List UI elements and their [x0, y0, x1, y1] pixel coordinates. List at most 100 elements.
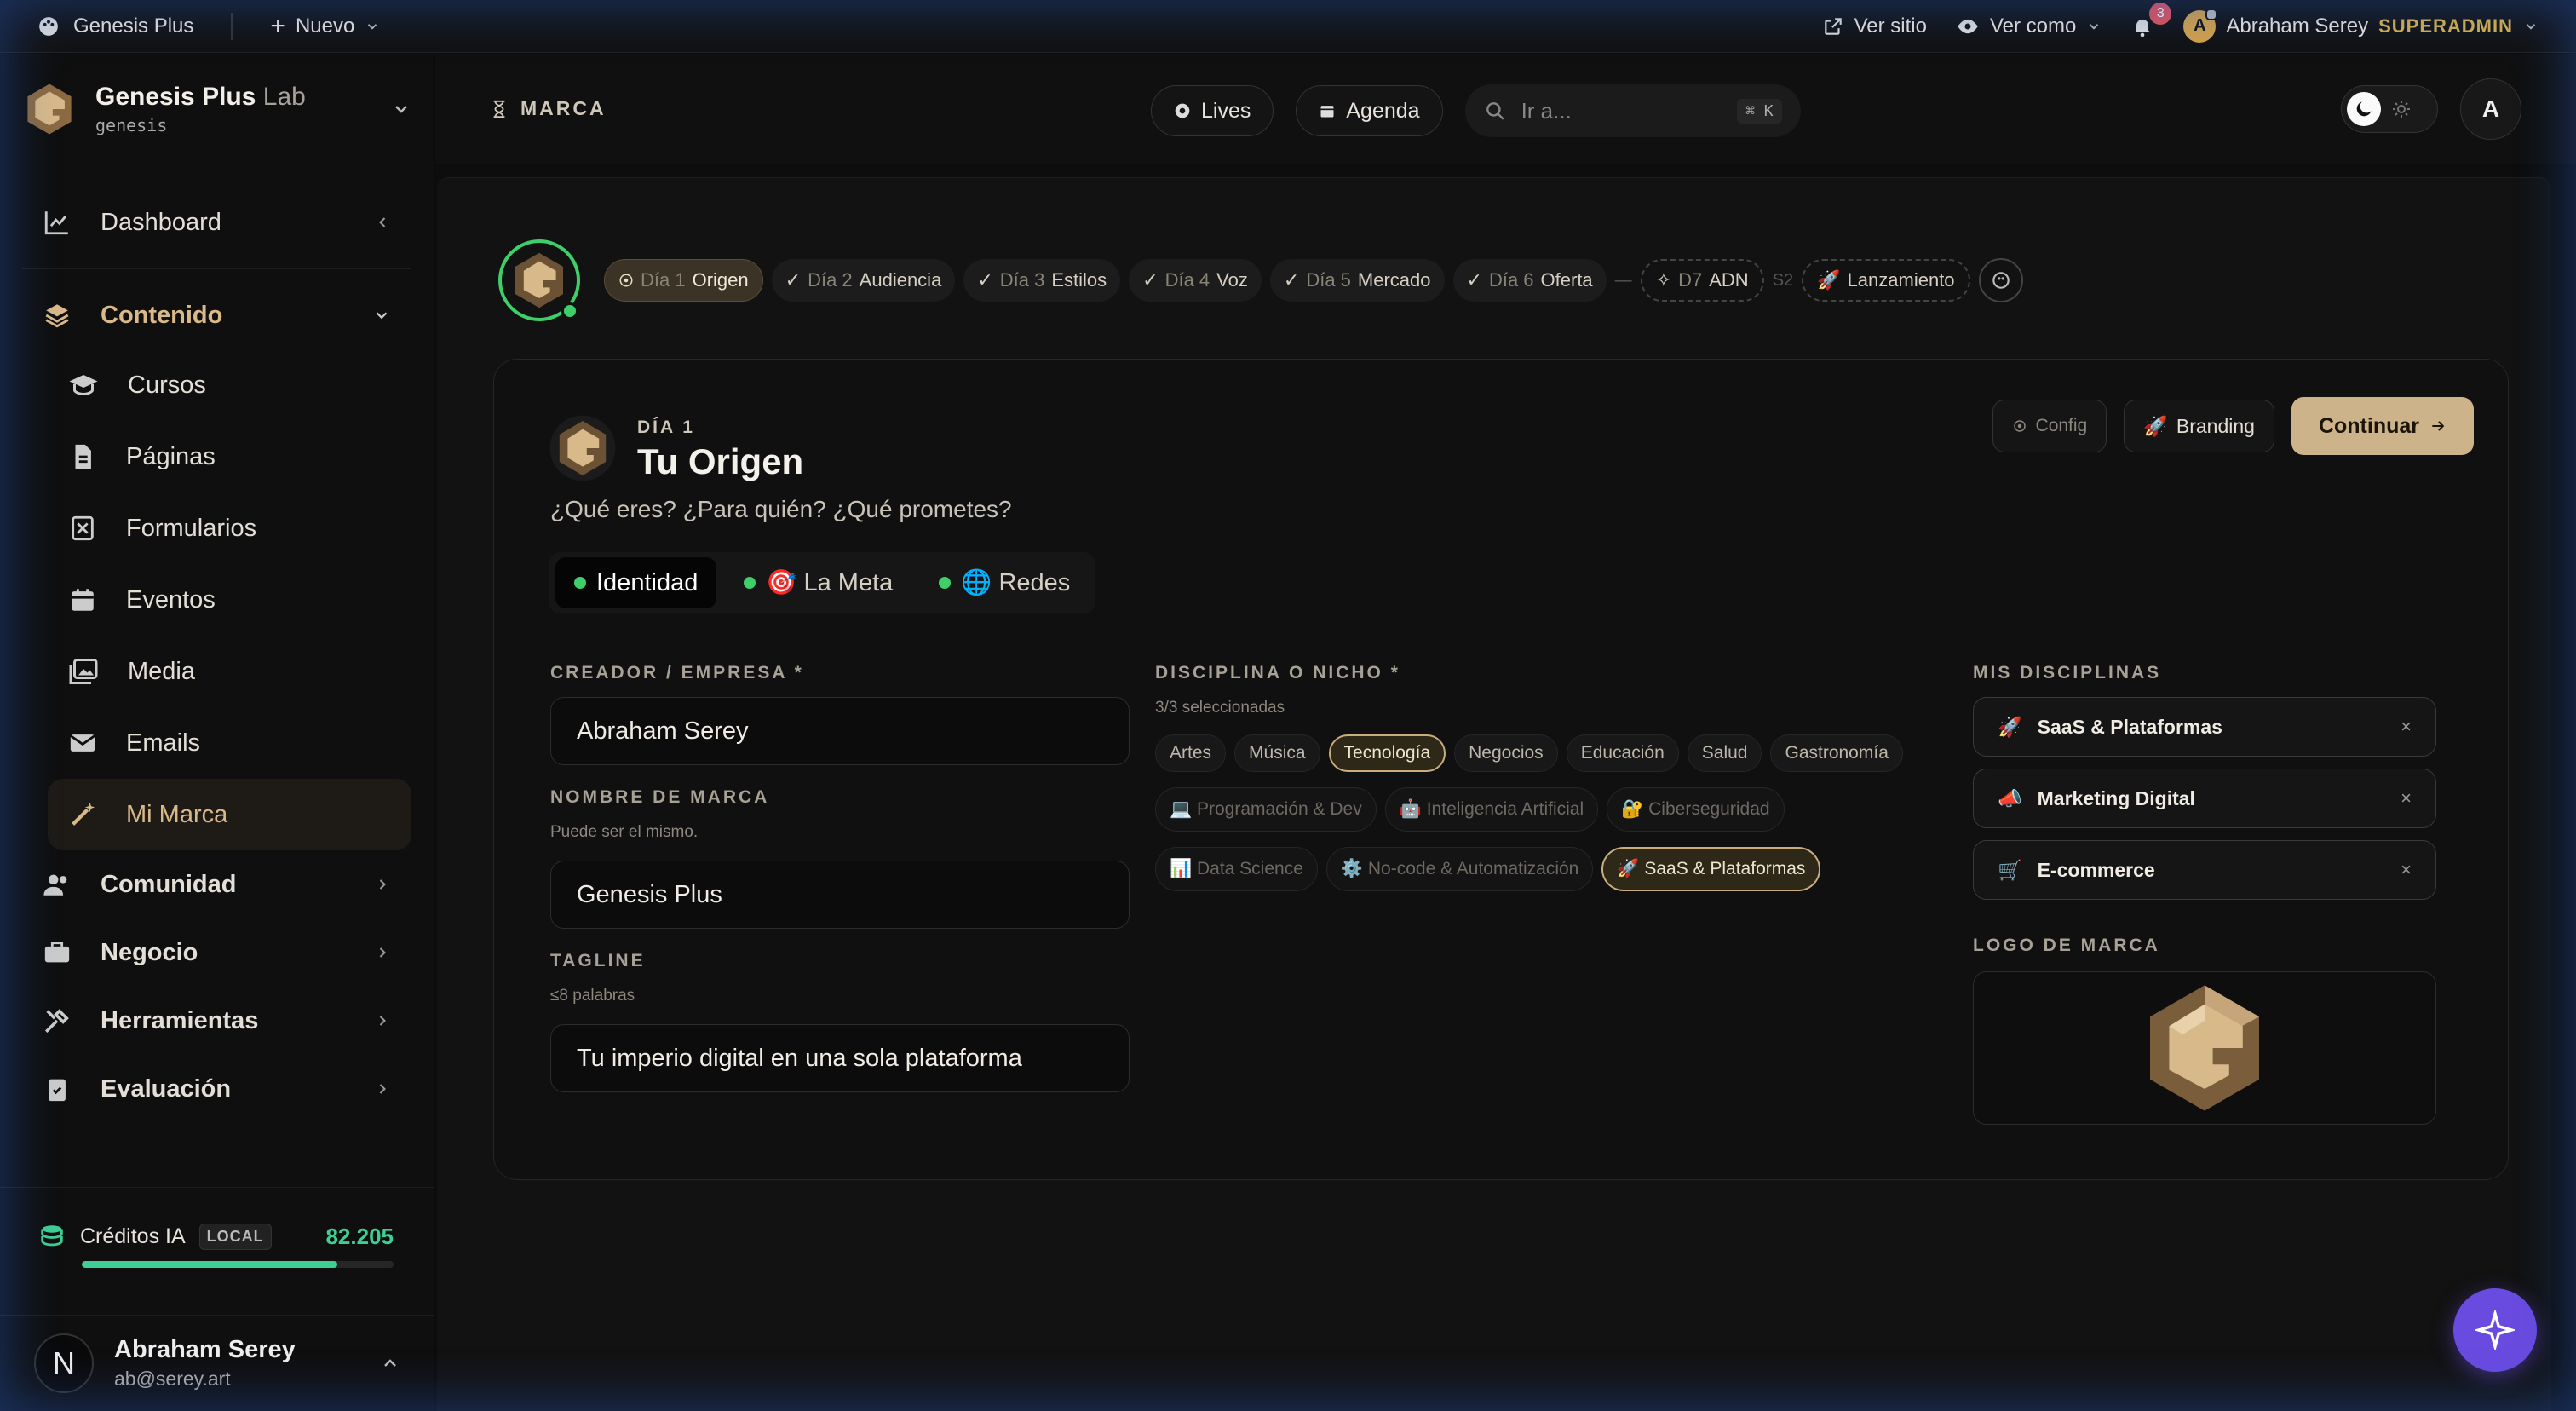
divider	[231, 12, 233, 40]
chip-row-subcategories: 📊 Data Science ⚙️ No-code & Automatizaci…	[1155, 847, 1905, 891]
step-day-5[interactable]: ✓ Día 5 Mercado	[1269, 259, 1445, 302]
view-site-link[interactable]: Ver sitio	[1822, 14, 1927, 38]
sidebar-item-dashboard[interactable]: Dashboard	[22, 188, 411, 256]
tab-identidad[interactable]: Identidad	[555, 557, 717, 608]
sidebar-item-label: Negocio	[101, 938, 198, 966]
chip-saas[interactable]: 🚀 SaaS & Plataformas	[1601, 847, 1821, 891]
continue-button[interactable]: Continuar	[2291, 397, 2474, 455]
chip-musica[interactable]: Música	[1234, 734, 1320, 772]
notifications-button[interactable]: 3	[2130, 2, 2172, 38]
check-icon: ✓	[1142, 269, 1159, 291]
chip-programacion[interactable]: 💻 Programación & Dev	[1155, 787, 1377, 832]
step-day-1[interactable]: Día 1 Origen	[604, 259, 763, 302]
chip-row-subcategories: 💻 Programación & Dev 🤖 Inteligencia Arti…	[1155, 787, 1905, 832]
page-title: Tu Origen	[637, 441, 804, 481]
sidebar-item-emails[interactable]: Emails	[48, 707, 411, 779]
sidebar-item-label: Cursos	[128, 371, 206, 399]
step-name: Audiencia	[859, 269, 942, 291]
user-menu[interactable]: A Abraham Serey SUPERADMIN	[2183, 8, 2539, 43]
record-icon	[1175, 103, 1190, 118]
brand-name-label: NOMBRE DE MARCA	[550, 787, 770, 807]
chevron-down-icon	[376, 312, 388, 320]
lives-button[interactable]: Lives	[1151, 85, 1274, 136]
lives-label: Lives	[1201, 98, 1251, 123]
section-label: MARCA	[490, 97, 607, 120]
brand-logo-upload[interactable]	[1973, 971, 2436, 1125]
theme-toggle[interactable]	[2341, 84, 2438, 133]
new-button[interactable]: + Nuevo	[270, 13, 380, 39]
file-text-icon	[75, 444, 91, 469]
page-subtitle: ¿Qué eres? ¿Para quién? ¿Qué prometes?	[550, 496, 1012, 522]
remove-icon[interactable]: ×	[2401, 716, 2412, 738]
step-d7-adn[interactable]: ✧ D7 ADN	[1640, 259, 1764, 302]
tab-la-meta[interactable]: 🎯 La Meta	[725, 557, 911, 608]
step-launch[interactable]: 🚀 Lanzamiento	[1802, 259, 1970, 302]
config-label: Config	[2035, 416, 2088, 435]
avatar: N	[34, 1333, 94, 1393]
chip-no-code[interactable]: ⚙️ No-code & Automatización	[1325, 847, 1594, 891]
sidebar-item-eventos[interactable]: Eventos	[48, 564, 411, 636]
chip-gastronomia[interactable]: Gastronomía	[1770, 734, 1903, 772]
users-icon	[43, 874, 67, 896]
chip-salud[interactable]: Salud	[1687, 734, 1762, 772]
sidebar-item-cursos[interactable]: Cursos	[48, 349, 411, 421]
brand-name-input[interactable]: Genesis Plus	[550, 861, 1130, 929]
view-as-dropdown[interactable]: Ver como	[1956, 14, 2102, 38]
sidebar-item-herramientas[interactable]: Herramientas	[22, 987, 411, 1055]
brand-logo-label: LOGO DE MARCA	[1973, 936, 2160, 955]
workspace-switcher[interactable]: Genesis Plus Lab genesis	[0, 54, 434, 164]
tagline-input[interactable]: Tu imperio digital en una sola plataform…	[550, 1024, 1130, 1092]
check-badge	[561, 302, 578, 320]
sidebar-item-comunidad[interactable]: Comunidad	[22, 850, 411, 919]
step-day-2[interactable]: ✓ Día 2 Audiencia	[771, 259, 956, 302]
step-day-6[interactable]: ✓ Día 6 Oferta	[1452, 259, 1607, 302]
step-s2-label: S2	[1772, 270, 1794, 290]
remove-icon[interactable]: ×	[2401, 787, 2412, 809]
sidebar-item-mi-marca[interactable]: Mi Marca	[48, 779, 411, 850]
check-icon: ✓	[1283, 269, 1300, 291]
continue-label: Continuar	[2318, 413, 2419, 438]
chip-tecnologia[interactable]: Tecnología	[1328, 734, 1446, 772]
shortcut-hint: ⌘ K	[1737, 98, 1782, 124]
search-input[interactable]: Ir a... ⌘ K	[1464, 84, 1801, 137]
tab-label: 🌐 Redes	[961, 569, 1071, 596]
user-profile[interactable]: N Abraham Serey ab@serey.art	[0, 1315, 434, 1411]
step-day: Día 4	[1164, 269, 1210, 291]
user-name: Abraham Serey	[2226, 14, 2369, 37]
tab-redes[interactable]: 🌐 Redes	[920, 557, 1089, 608]
sidebar-item-contenido[interactable]: Contenido	[22, 281, 411, 349]
chevron-down-icon	[2526, 23, 2536, 30]
chip-ciberseguridad[interactable]: 🔐 Ciberseguridad	[1607, 787, 1785, 832]
creator-input[interactable]: Abraham Serey	[550, 697, 1130, 765]
chart-line-icon	[44, 211, 68, 235]
chip-data-science[interactable]: 📊 Data Science	[1155, 847, 1318, 891]
sidebar-nav: Dashboard Contenido Cursos Páginas Formu…	[0, 164, 434, 1123]
ai-assistant-button[interactable]	[2453, 1288, 2537, 1372]
step-day-3[interactable]: ✓ Día 3 Estilos	[963, 259, 1121, 302]
sidebar-item-formularios[interactable]: Formularios	[48, 492, 411, 564]
config-button[interactable]: Config	[1992, 400, 2107, 452]
branding-button[interactable]: 🚀 Branding	[2124, 400, 2274, 452]
site-brand[interactable]: Genesis Plus	[37, 14, 193, 38]
external-link-icon	[1824, 17, 1842, 35]
remove-icon[interactable]: ×	[2401, 859, 2412, 881]
step-day: Día 1	[641, 269, 686, 291]
images-icon	[69, 659, 98, 684]
status-dot	[939, 577, 952, 589]
chip-negocios[interactable]: Negocios	[1454, 734, 1558, 772]
chip-artes[interactable]: Artes	[1155, 734, 1227, 772]
sidebar-item-paginas[interactable]: Páginas	[48, 421, 411, 492]
chip-educacion[interactable]: Educación	[1566, 734, 1679, 772]
agenda-button[interactable]: Agenda	[1296, 85, 1443, 136]
sidebar-item-evaluacion[interactable]: Evaluación	[22, 1055, 411, 1123]
search-icon	[1486, 102, 1504, 120]
sidebar-item-media[interactable]: Media	[48, 636, 411, 707]
brand-logo-icon	[549, 415, 616, 481]
sidebar-item-negocio[interactable]: Negocio	[22, 919, 411, 987]
user-name: Abraham Serey	[114, 1336, 296, 1363]
settings-circle-button[interactable]	[1978, 258, 2023, 302]
sidebar-item-label: Páginas	[126, 442, 216, 470]
avatar[interactable]: A	[2460, 78, 2521, 140]
chip-ia[interactable]: 🤖 Inteligencia Artificial	[1384, 787, 1599, 832]
step-day-4[interactable]: ✓ Día 4 Voz	[1129, 259, 1262, 302]
